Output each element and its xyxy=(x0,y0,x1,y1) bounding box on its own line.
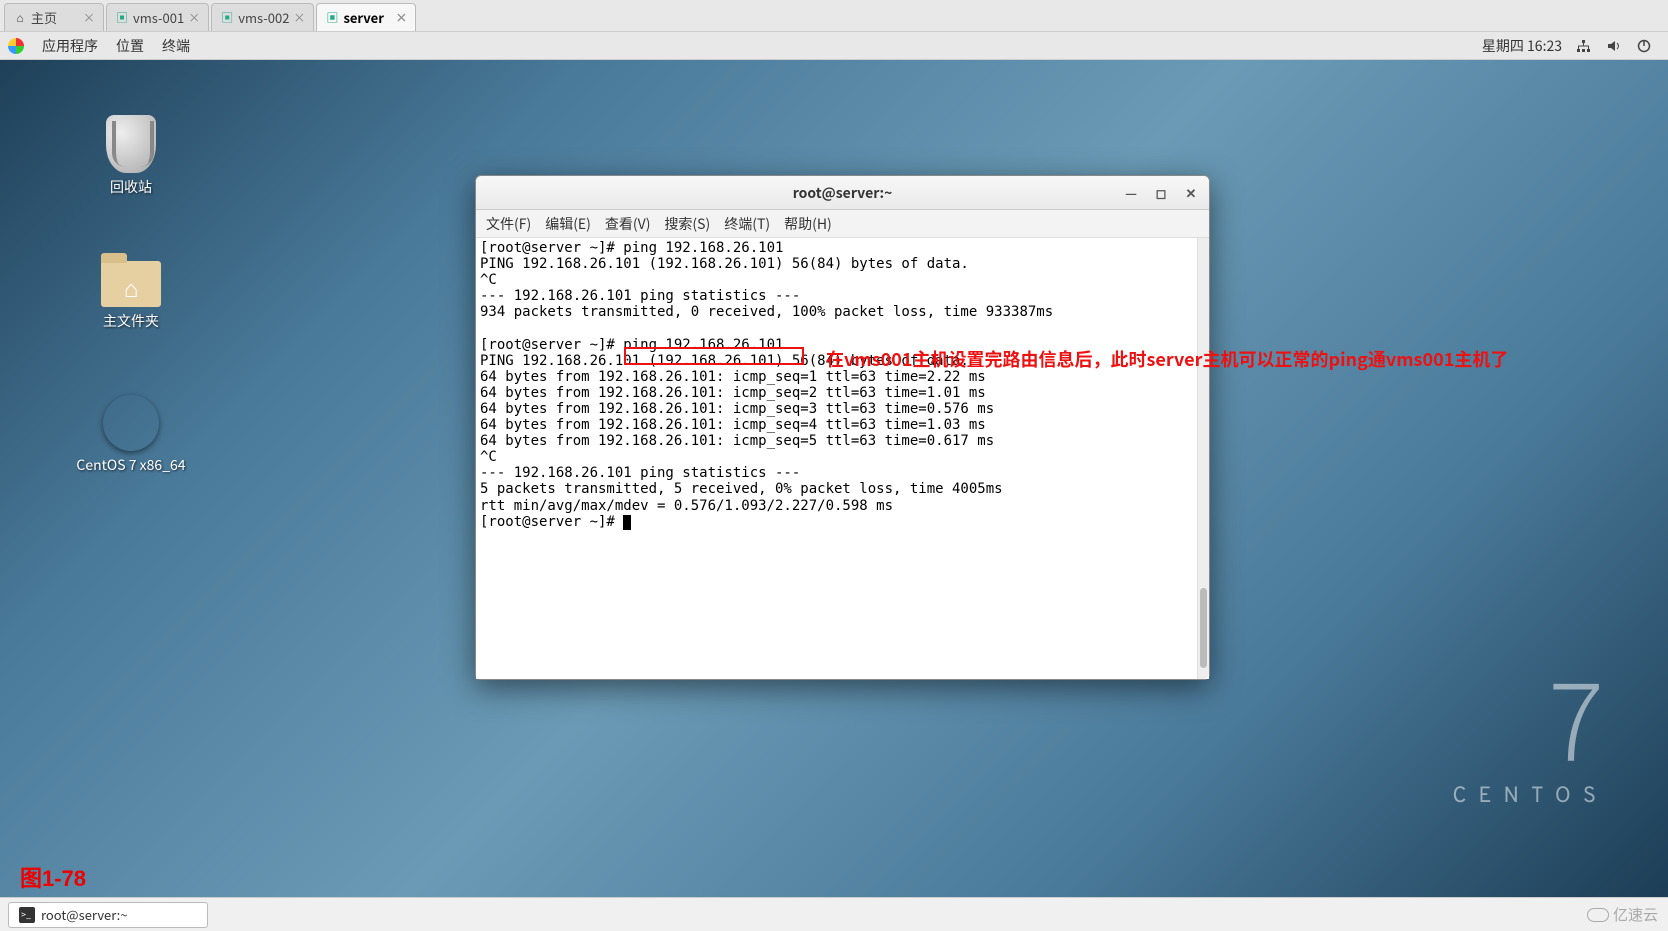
browser-tab-vms002[interactable]: ▣ vms-002 × xyxy=(211,3,314,31)
terminal-title: root@server:~ xyxy=(793,183,893,203)
maximize-button[interactable]: ◻ xyxy=(1149,183,1173,203)
tab-close-icon[interactable]: × xyxy=(293,9,305,26)
trash-icon xyxy=(106,115,156,173)
menu-applications[interactable]: 应用程序 xyxy=(42,36,98,56)
desktop-icon-disc[interactable]: CentOS 7 x86_64 xyxy=(76,395,186,475)
gnome-top-bar: 应用程序 位置 终端 星期四 16:23 xyxy=(0,32,1668,60)
taskbar-item-label: root@server:~ xyxy=(41,905,128,924)
terminal-scrollbar[interactable] xyxy=(1197,238,1209,679)
vm-icon: ▣ xyxy=(115,11,129,25)
menu-help[interactable]: 帮助(H) xyxy=(784,214,832,234)
minimize-button[interactable]: — xyxy=(1119,183,1143,203)
terminal-menubar: 文件(F) 编辑(E) 查看(V) 搜索(S) 终端(T) 帮助(H) xyxy=(476,210,1209,238)
desktop-icon-trash[interactable]: 回收站 xyxy=(76,115,186,197)
term-line: [root@server ~]# xyxy=(480,514,623,530)
network-icon[interactable] xyxy=(1576,38,1592,54)
menu-view[interactable]: 查看(V) xyxy=(605,214,651,234)
vm-icon: ▣ xyxy=(220,11,234,25)
term-line: rtt min/avg/max/mdev = 0.576/1.093/2.227… xyxy=(480,498,893,514)
term-line: 5 packets transmitted, 5 received, 0% pa… xyxy=(480,481,1003,497)
figure-label: 图1-78 xyxy=(20,861,86,893)
highlight-box xyxy=(624,347,804,365)
term-line: ^C xyxy=(480,449,497,465)
term-line: ^C xyxy=(480,272,497,288)
browser-tab-home[interactable]: ⌂ 主页 × xyxy=(4,3,104,31)
activities-icon[interactable] xyxy=(8,38,24,54)
clock[interactable]: 星期四 16:23 xyxy=(1482,36,1562,56)
icon-label: CentOS 7 x86_64 xyxy=(76,455,186,475)
tab-label: vms-002 xyxy=(238,8,289,27)
browser-tab-vms001[interactable]: ▣ vms-001 × xyxy=(106,3,209,31)
icon-label: 主文件夹 xyxy=(76,311,186,331)
menu-terminal[interactable]: 终端 xyxy=(162,36,190,56)
tab-close-icon[interactable]: × xyxy=(83,9,95,26)
centos-seven: 7 xyxy=(1452,685,1608,784)
close-button[interactable]: ✕ xyxy=(1179,183,1203,203)
term-line: 64 bytes from 192.168.26.101: icmp_seq=5… xyxy=(480,433,994,449)
menu-places[interactable]: 位置 xyxy=(116,36,144,56)
disc-icon xyxy=(103,395,159,451)
vm-icon: ▣ xyxy=(325,11,339,25)
menu-terminal[interactable]: 终端(T) xyxy=(724,214,770,234)
terminal-icon xyxy=(19,907,35,923)
term-line: 64 bytes from 192.168.26.101: icmp_seq=4… xyxy=(480,417,986,433)
centos-name: CENTOS xyxy=(1452,784,1608,811)
tab-label: 主页 xyxy=(31,8,57,27)
tab-label: vms-001 xyxy=(133,8,184,27)
term-line: PING 192.168.26.101 (192.168.26.101) 56(… xyxy=(480,256,969,272)
tab-close-icon[interactable]: × xyxy=(188,9,200,26)
browser-tab-bar: ⌂ 主页 × ▣ vms-001 × ▣ vms-002 × ▣ server … xyxy=(0,0,1668,32)
volume-icon[interactable] xyxy=(1606,38,1622,54)
menu-file[interactable]: 文件(F) xyxy=(486,214,531,234)
home-icon: ⌂ xyxy=(13,11,27,25)
term-line: --- 192.168.26.101 ping statistics --- xyxy=(480,465,800,481)
centos-watermark: 7 CENTOS xyxy=(1452,685,1608,811)
folder-home-icon xyxy=(101,261,161,307)
term-line: 64 bytes from 192.168.26.101: icmp_seq=3… xyxy=(480,401,994,417)
desktop-icon-home[interactable]: 主文件夹 xyxy=(76,255,186,331)
menu-search[interactable]: 搜索(S) xyxy=(664,214,710,234)
annotation-text: 在vms001主机设置完路由信息后，此时server主机可以正常的ping通vm… xyxy=(826,346,1508,372)
icon-label: 回收站 xyxy=(76,177,186,197)
term-line: --- 192.168.26.101 ping statistics --- xyxy=(480,288,800,304)
power-icon[interactable] xyxy=(1636,38,1652,54)
tab-close-icon[interactable]: × xyxy=(395,9,407,26)
terminal-cursor xyxy=(623,515,631,530)
menu-edit[interactable]: 编辑(E) xyxy=(545,214,591,234)
taskbar-item-terminal[interactable]: root@server:~ xyxy=(8,902,208,928)
terminal-body[interactable]: [root@server ~]# ping 192.168.26.101 PIN… xyxy=(476,238,1209,679)
site-watermark: 亿速云 xyxy=(1587,904,1658,925)
terminal-titlebar[interactable]: root@server:~ — ◻ ✕ xyxy=(476,176,1209,210)
term-line: 64 bytes from 192.168.26.101: icmp_seq=2… xyxy=(480,385,986,401)
term-line: [root@server ~]# ping 192.168.26.101 xyxy=(480,240,783,256)
term-line: 934 packets transmitted, 0 received, 100… xyxy=(480,304,1053,320)
tab-label: server xyxy=(343,8,383,27)
watermark-text: 亿速云 xyxy=(1613,904,1658,925)
cloud-icon xyxy=(1587,908,1609,922)
terminal-window[interactable]: root@server:~ — ◻ ✕ 文件(F) 编辑(E) 查看(V) 搜索… xyxy=(475,175,1210,680)
browser-tab-server[interactable]: ▣ server × xyxy=(316,3,416,31)
taskbar: root@server:~ xyxy=(0,897,1668,931)
